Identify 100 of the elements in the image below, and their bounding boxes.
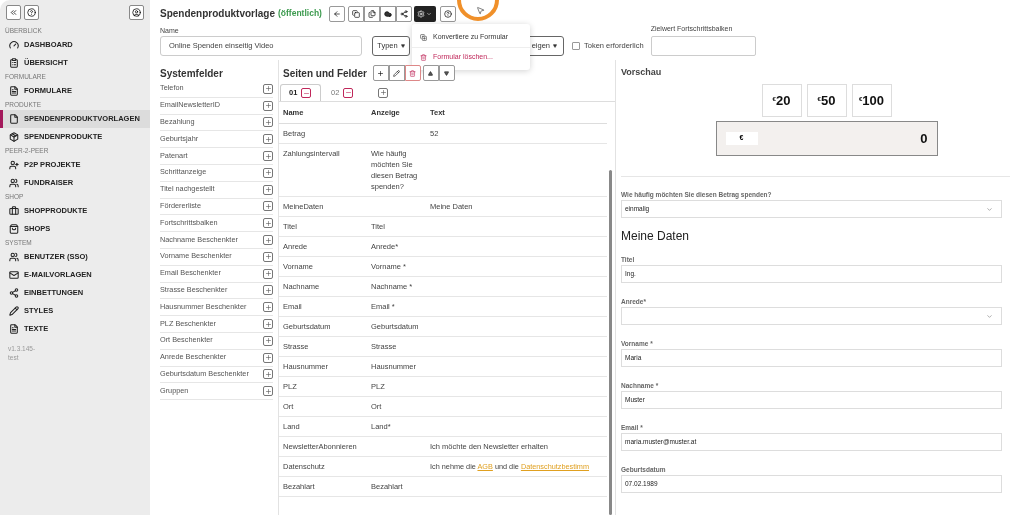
bag-icon <box>9 224 19 234</box>
pencil-icon <box>9 306 19 316</box>
add-field-button[interactable] <box>263 369 273 380</box>
minus-icon <box>344 89 352 96</box>
column-heading: Systemfelder <box>160 67 224 81</box>
account-button[interactable] <box>129 5 144 20</box>
plus-icon <box>264 286 272 294</box>
back-button[interactable] <box>328 5 345 22</box>
caret-icon <box>553 44 557 48</box>
copy-button[interactable] <box>347 5 364 22</box>
add-field-button[interactable] <box>263 285 273 296</box>
user-icon <box>132 8 141 17</box>
help-button[interactable] <box>439 5 456 22</box>
document-icon <box>9 86 19 96</box>
user-plus-icon <box>9 160 19 170</box>
package-icon <box>9 132 19 142</box>
add-field-button[interactable] <box>263 335 273 346</box>
trash-icon <box>420 54 427 61</box>
plus-icon <box>264 202 272 210</box>
plus-icon <box>264 135 272 143</box>
highlight-ring <box>455 0 501 22</box>
users-icon <box>9 252 19 262</box>
share-icon <box>399 9 408 18</box>
add-field-button[interactable] <box>263 386 273 397</box>
settings-icon <box>417 9 426 18</box>
plus-icon <box>264 152 272 160</box>
plus-icon <box>264 119 272 126</box>
file-icon <box>9 114 19 124</box>
plus-icon <box>264 370 272 378</box>
plus-icon <box>264 102 272 110</box>
copy-icon <box>420 33 427 41</box>
plus-icon <box>264 320 272 328</box>
plus-icon <box>379 89 387 96</box>
pencil-icon <box>393 69 401 77</box>
add-field-button[interactable] <box>263 201 273 212</box>
plus-icon <box>264 186 272 194</box>
add-field-button[interactable] <box>263 151 273 162</box>
page-title: Spendenproduktvorlage <box>160 7 275 21</box>
add-page-button[interactable] <box>378 87 388 98</box>
plus-icon <box>264 303 272 311</box>
gauge-icon <box>9 40 19 50</box>
add-field-button[interactable] <box>263 83 273 94</box>
plus-icon <box>264 270 272 278</box>
arrow-left-icon <box>332 9 341 18</box>
move-up-button[interactable] <box>422 65 439 81</box>
add-field-button[interactable] <box>263 184 273 195</box>
add-field-button[interactable] <box>263 235 273 246</box>
select-field[interactable] <box>621 307 1002 325</box>
triangle-down-icon <box>444 70 450 76</box>
plus-icon <box>377 69 385 77</box>
remove-page-button[interactable] <box>301 88 312 98</box>
add-field-button[interactable] <box>263 251 273 262</box>
section-heading: Meine Daten <box>621 228 691 245</box>
mail-icon <box>9 270 19 280</box>
document-icon <box>9 324 19 334</box>
plus-icon <box>264 337 272 345</box>
add-field-button[interactable] <box>263 352 273 363</box>
caret-icon <box>400 44 405 48</box>
help-icon <box>443 9 452 18</box>
add-button[interactable] <box>372 65 389 81</box>
add-field-button[interactable] <box>263 167 273 178</box>
clipboard-icon <box>9 58 19 68</box>
caret-icon <box>426 10 433 17</box>
plus-icon <box>264 253 272 261</box>
scrollbar[interactable] <box>609 170 612 515</box>
amount-value: 0 <box>920 129 928 148</box>
add-field-button[interactable] <box>263 218 273 229</box>
chevron-down-icon <box>986 205 993 213</box>
target-input[interactable] <box>650 36 756 56</box>
remove-page-button[interactable] <box>343 87 354 98</box>
plus-icon <box>264 236 272 244</box>
add-field-button[interactable] <box>263 268 273 279</box>
share-icon <box>9 288 19 298</box>
add-field-button[interactable] <box>263 319 273 330</box>
users-icon <box>9 178 19 188</box>
trash-icon <box>409 69 417 77</box>
add-field-button[interactable] <box>263 302 273 313</box>
settings-dropdown-button[interactable] <box>413 5 436 22</box>
column-heading: Seiten und Felder <box>283 66 367 81</box>
cloud-icon <box>383 9 392 18</box>
copy-icon <box>351 9 360 18</box>
token-checkbox[interactable] <box>572 42 580 50</box>
collapse-icon <box>9 8 18 17</box>
triangle-up-icon <box>428 70 434 76</box>
add-field-button[interactable] <box>263 100 273 111</box>
plus-icon <box>264 169 272 177</box>
pointer-icon <box>476 6 485 15</box>
briefcase-icon <box>9 206 19 216</box>
files-icon <box>367 9 376 18</box>
add-field-button[interactable] <box>263 117 273 128</box>
plus-icon <box>264 387 272 395</box>
add-field-button[interactable] <box>263 134 273 145</box>
plus-icon <box>264 85 272 93</box>
help-button[interactable] <box>24 5 39 20</box>
preview-heading: Vorschau <box>621 66 663 79</box>
collapse-button[interactable] <box>6 5 21 20</box>
plus-icon <box>264 219 272 227</box>
plus-icon <box>264 354 272 362</box>
chevron-down-icon <box>986 312 993 320</box>
status-label: (öffentlich) <box>278 7 322 20</box>
